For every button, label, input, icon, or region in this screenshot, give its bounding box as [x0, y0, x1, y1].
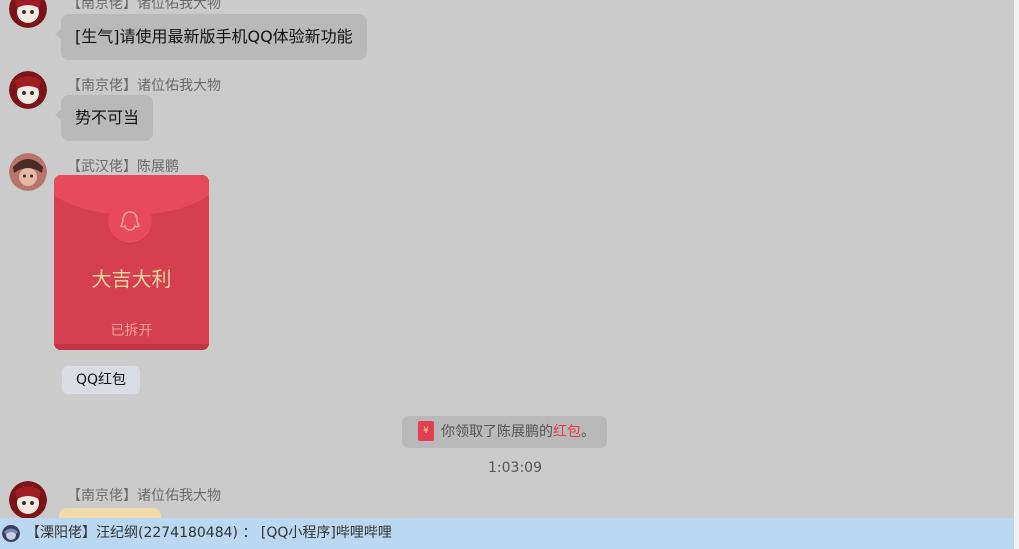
message-bubble[interactable]: 势不可当	[54, 95, 154, 141]
red-packet-link[interactable]: 红包	[553, 424, 581, 440]
red-packet-icon	[418, 421, 434, 441]
new-message-notification-bar[interactable]: 【溧阳佬】汪纪纲(2274180484) ： [QQ小程序]哔哩哔哩	[0, 518, 1014, 549]
notification-avatar	[2, 524, 20, 542]
sender-name: 【南京佬】诸位佑我大物	[67, 78, 221, 94]
red-packet-seal	[108, 199, 152, 243]
red-packet-bottom-edge	[54, 344, 209, 350]
notice-prefix: 你领取了陈展鹏的	[441, 424, 553, 440]
sender-name: 【南京佬】诸位佑我大物	[67, 488, 221, 504]
red-packet-tag: QQ红包	[62, 366, 141, 394]
scrollbar-track[interactable]	[1014, 0, 1019, 549]
avatar-nanjing[interactable]	[9, 0, 47, 28]
message-bubble[interactable]: [生气]请使用最新版手机QQ体验新功能	[55, 14, 367, 60]
notification-text: 【溧阳佬】汪纪纲(2274180484) ： [QQ小程序]哔哩哔哩	[26, 525, 392, 541]
red-packet-title: 大吉大利	[91, 267, 172, 291]
qq-penguin-icon	[119, 211, 141, 231]
avatar-nanjing[interactable]	[9, 71, 47, 109]
timestamp: 1:03:09	[488, 460, 542, 476]
avatar-nanjing[interactable]	[9, 481, 47, 519]
red-packet-status: 已拆开	[110, 323, 153, 339]
avatar-wuhan[interactable]	[9, 153, 47, 191]
notice-suffix: 。	[581, 424, 595, 440]
sender-name: 【南京佬】诸位佑我大物	[67, 0, 221, 12]
red-packet-card[interactable]: 大吉大利 已拆开	[54, 175, 209, 350]
sender-name: 【武汉佬】陈展鹏	[67, 159, 179, 175]
system-notice: 你领取了陈展鹏的红包。	[402, 416, 607, 448]
